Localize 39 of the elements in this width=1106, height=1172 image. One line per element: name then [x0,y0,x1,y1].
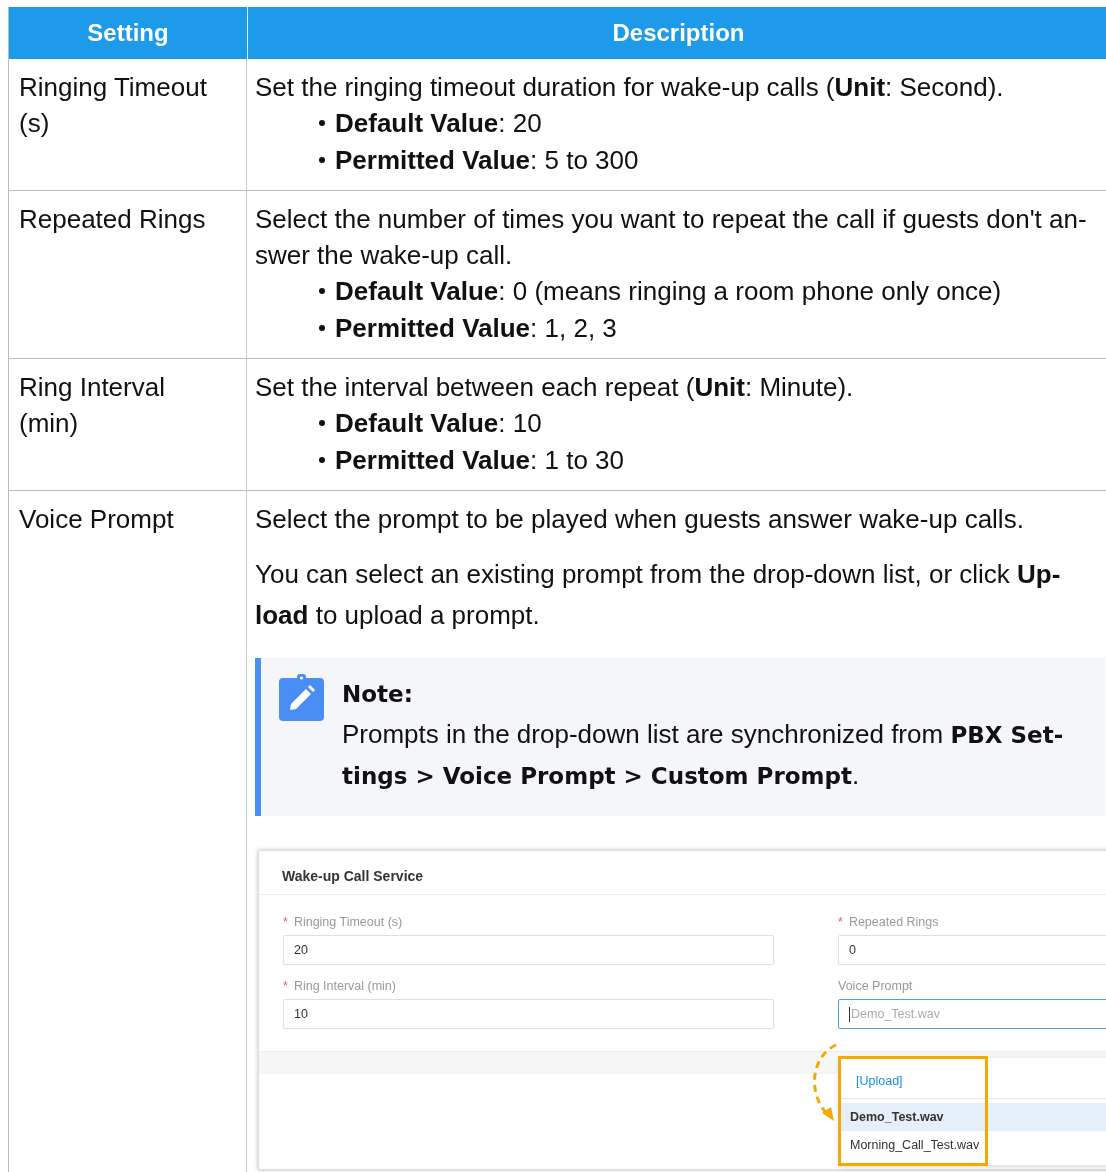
input-field[interactable]: 10 [283,999,774,1029]
field-label: Repeated Rings [848,915,939,929]
note-text: Prompts in the drop-down list are synchronized from PBX Set-tings > Voice Prompt > Custom Prompt. [342,718,1065,792]
bullet-text: Default Value: 0 (means ringing a room phone only once) [335,275,1002,308]
description-text: Set the interval between each repeat (Unit: Minute). [255,371,855,404]
bullet-text: Permitted Value: 1 to 30 [335,443,625,477]
setting-name: Voice Prompt [19,504,174,534]
note-title: Note: [342,680,414,709]
panel-title: Wake-up Call Service [259,851,1106,895]
column-header: Setting [9,7,247,59]
bullet-icon [319,324,325,331]
edit-note-icon [279,674,324,721]
bullet-icon [319,456,325,463]
field-label: Voice Prompt [838,979,913,993]
bullet-icon [319,120,325,127]
setting-name: Ringing Timeout (s) [19,72,207,138]
bullet-text: Permitted Value: 1, 2, 3 [335,311,617,345]
input-field[interactable]: 0 [838,935,1106,965]
input-field[interactable]: 20 [283,935,774,965]
setting-name: Ring Interval (min) [19,372,165,438]
description-text: Select the number of times you want to repeat the call if guests don't an-swer the wake-up call. [255,203,1088,272]
required-mark: * [838,915,843,929]
bullet-icon [319,420,325,427]
required-mark: * [283,979,288,993]
field-label: Ring Interval (min) [293,979,396,993]
bullet-icon [319,156,325,163]
field-label: Ringing Timeout (s) [293,915,403,929]
bullet-text: Default Value: 20 [335,107,542,140]
dropdown-option[interactable]: Demo_Test.wav [840,1103,1106,1131]
description-text: Set the ringing timeout duration for wake-up calls (Unit: Second). [255,71,1005,104]
required-mark: * [283,915,288,929]
upload-link[interactable]: [Upload] [856,1062,903,1098]
bullet-icon [319,288,325,295]
column-header: Description [247,7,1106,59]
bullet-text: Default Value: 10 [335,407,542,440]
description-text: Select the prompt to be played when guests answer wake-up calls. [255,503,1025,536]
description-text: You can select an existing prompt from the drop-down list, or click Up-load to upload a prompt. [255,558,1062,632]
bullet-text: Permitted Value: 5 to 300 [335,143,639,177]
setting-name: Repeated Rings [19,204,206,234]
